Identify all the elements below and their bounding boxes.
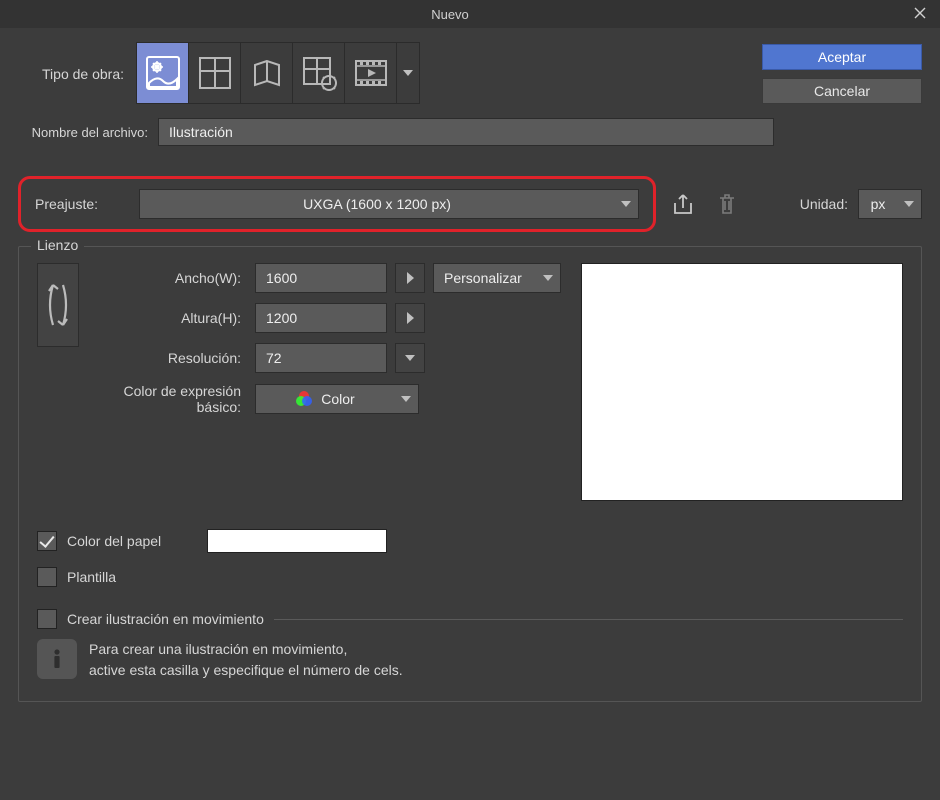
paper-color-checkbox[interactable]: [37, 531, 57, 551]
rgb-icon: [295, 390, 313, 408]
resolution-dropdown-button[interactable]: [395, 343, 425, 373]
width-label: Ancho(W):: [89, 270, 247, 286]
work-type-comic-settings[interactable]: [293, 43, 345, 103]
template-checkbox[interactable]: [37, 567, 57, 587]
window-title: Nuevo: [0, 7, 900, 22]
color-mode-value: Color: [321, 391, 354, 407]
titlebar: Nuevo: [0, 0, 940, 28]
arrow-right-icon: [407, 312, 414, 324]
chevron-down-icon: [904, 201, 914, 207]
height-arrow-button[interactable]: [395, 303, 425, 333]
canvas-preview: [581, 263, 903, 501]
size-preset-value: Personalizar: [434, 270, 536, 286]
chevron-down-icon: [405, 355, 415, 361]
paper-color-label: Color del papel: [67, 533, 161, 549]
filename-label: Nombre del archivo:: [18, 125, 158, 140]
preset-highlight: Preajuste: UXGA (1600 x 1200 px): [18, 176, 656, 232]
work-type-label: Tipo de obra:: [18, 42, 136, 82]
color-mode-dropdown[interactable]: Color: [255, 384, 419, 414]
height-input[interactable]: [255, 303, 387, 333]
unit-dropdown[interactable]: px: [858, 189, 922, 219]
divider: [274, 619, 903, 620]
delete-preset-button: [710, 189, 744, 219]
chevron-down-icon: [403, 70, 413, 76]
info-icon: [37, 639, 77, 679]
template-label: Plantilla: [67, 569, 116, 585]
info-text: Para crear una ilustración en movimiento…: [89, 639, 403, 681]
swap-orientation-button[interactable]: [37, 263, 79, 347]
chevron-down-icon: [543, 275, 553, 281]
width-arrow-button[interactable]: [395, 263, 425, 293]
work-type-illustration[interactable]: [137, 43, 189, 103]
new-dialog: Nuevo Tipo de obra:: [0, 0, 940, 800]
close-button[interactable]: [900, 6, 940, 22]
work-type-book[interactable]: [241, 43, 293, 103]
preset-dropdown[interactable]: UXGA (1600 x 1200 px): [139, 189, 639, 219]
unit-label: Unidad:: [800, 196, 848, 212]
cancel-button[interactable]: Cancelar: [762, 78, 922, 104]
moving-illustration-label: Crear ilustración en movimiento: [67, 611, 264, 627]
unit-value: px: [859, 196, 897, 212]
save-preset-button[interactable]: [666, 189, 700, 219]
size-preset-dropdown[interactable]: Personalizar: [433, 263, 561, 293]
filename-input[interactable]: [158, 118, 774, 146]
chevron-down-icon: [621, 201, 631, 207]
paper-color-swatch[interactable]: [207, 529, 387, 553]
work-type-more-dropdown[interactable]: [397, 43, 419, 103]
work-type-comic[interactable]: [189, 43, 241, 103]
resolution-label: Resolución:: [89, 350, 247, 366]
accept-button[interactable]: Aceptar: [762, 44, 922, 70]
chevron-down-icon: [401, 396, 411, 402]
moving-illustration-checkbox[interactable]: [37, 609, 57, 629]
color-mode-label: Color de expresión básico:: [89, 383, 247, 415]
canvas-fieldset: Lienzo Ancho(W): Personalizar: [18, 246, 922, 702]
preset-value: UXGA (1600 x 1200 px): [140, 196, 614, 212]
resolution-input[interactable]: [255, 343, 387, 373]
canvas-legend: Lienzo: [31, 237, 84, 253]
width-input[interactable]: [255, 263, 387, 293]
height-label: Altura(H):: [89, 310, 247, 326]
work-type-animation[interactable]: [345, 43, 397, 103]
arrow-right-icon: [407, 272, 414, 284]
preset-label: Preajuste:: [35, 196, 123, 212]
work-type-group: [136, 42, 420, 104]
